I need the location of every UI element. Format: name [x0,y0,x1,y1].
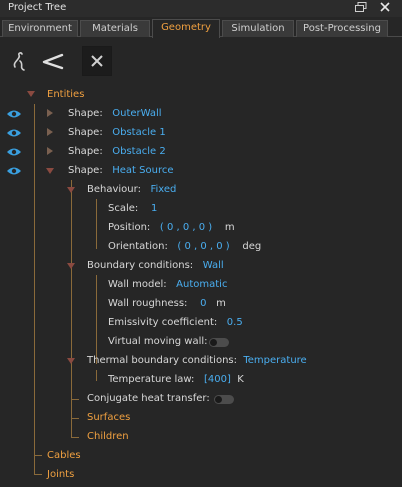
collapse-arrow-icon[interactable] [27,91,35,97]
conjugate-heat-transfer-toggle[interactable] [214,395,234,404]
tab-geometry[interactable]: Geometry [152,19,220,38]
position-value[interactable]: ( 0 , 0 , 0 ) [160,222,212,233]
emissivity-value[interactable]: 0.5 [227,317,243,328]
orientation-label: Orientation: [108,241,168,252]
scale-label: Scale: [108,203,139,214]
shape-prefix: Shape: [68,165,103,176]
collapse-arrow-icon[interactable] [67,187,75,193]
eye-icon[interactable] [6,166,22,176]
angle-tool-button[interactable] [38,46,68,76]
eye-icon[interactable] [6,147,22,157]
behaviour-row[interactable]: Behaviour: Fixed [87,180,176,199]
wall-roughness-value[interactable]: 0 [200,298,206,309]
temperature-law-unit: K [237,374,244,385]
conjugate-heat-transfer-row: Conjugate heat transfer: [87,389,210,408]
temperature-law-label: Temperature law: [108,374,195,385]
shape-prefix: Shape: [68,127,103,138]
position-row: Position: ( 0 , 0 , 0 ) m [108,218,235,237]
collapse-arrow-icon[interactable] [67,263,75,269]
emissivity-row: Emissivity coefficient: 0.5 [108,313,243,332]
shape-name: Heat Source [112,165,174,176]
shape-prefix: Shape: [68,146,103,157]
emissivity-label: Emissivity coefficient: [108,317,218,328]
wall-roughness-label: Wall roughness: [108,298,188,309]
expand-arrow-icon[interactable] [47,109,53,117]
shape-obstacle-1[interactable]: Shape: Obstacle 1 [68,123,166,142]
thermal-label: Thermal boundary conditions: [87,355,237,366]
temperature-law-value[interactable]: [400] [204,374,231,385]
temperature-law-row: Temperature law: [400] K [108,370,244,389]
position-label: Position: [108,222,151,233]
wall-roughness-row: Wall roughness: 0 m [108,294,226,313]
expand-arrow-icon[interactable] [47,147,53,155]
close-icon[interactable] [378,1,392,15]
tree-line [34,474,42,475]
shape-name: Obstacle 2 [112,146,166,157]
orientation-value[interactable]: ( 0 , 0 , 0 ) [177,241,229,252]
delete-button[interactable] [82,46,112,76]
panel-titlebar: Project Tree [0,0,402,17]
scale-value[interactable]: 1 [151,203,157,214]
tree-line [71,437,79,438]
position-unit: m [224,222,235,233]
angle-icon [42,53,64,70]
collapse-arrow-icon[interactable] [67,358,75,364]
shape-obstacle-2[interactable]: Shape: Obstacle 2 [68,142,166,161]
tree-line [71,399,79,400]
tab-environment[interactable]: Environment [2,20,78,37]
tree-entities[interactable]: Entities [47,85,84,104]
wall-model-label: Wall model: [108,279,167,290]
tab-materials[interactable]: Materials [80,20,150,37]
delete-x-icon [91,55,103,67]
thermal-boundary-row[interactable]: Thermal boundary conditions: Temperature [87,351,307,370]
tree-line [96,199,97,249]
behaviour-value[interactable]: Fixed [150,184,176,195]
panel-title: Project Tree [8,2,67,13]
eye-icon[interactable] [6,109,22,119]
virtual-moving-wall-toggle[interactable] [209,338,229,347]
collapse-arrow-icon[interactable] [46,168,54,174]
shape-outerwall[interactable]: Shape: OuterWall [68,104,162,123]
shape-name: OuterWall [112,108,162,119]
virtual-moving-wall-row: Virtual moving wall: [108,332,208,351]
curve-icon [13,52,25,71]
tree-cables[interactable]: Cables [47,446,81,465]
tab-post-processing[interactable]: Post-Processing [296,20,388,37]
wall-model-row: Wall model: Automatic [108,275,227,294]
orientation-unit: deg [242,241,262,252]
expand-arrow-icon[interactable] [47,128,53,136]
restore-icon[interactable] [354,2,368,15]
scale-row: Scale: 1 [108,199,157,218]
wall-roughness-unit: m [216,298,226,309]
boundary-label: Boundary conditions: [87,260,194,271]
tree-joints[interactable]: Joints [47,465,74,484]
shape-heat-source[interactable]: Shape: Heat Source [68,161,173,180]
tab-bar: Environment Materials Geometry Simulatio… [0,19,402,38]
conjugate-label: Conjugate heat transfer: [87,393,210,404]
geometry-toolbar [0,37,402,83]
eye-icon[interactable] [6,128,22,138]
tree-line [34,455,42,456]
orientation-row: Orientation: ( 0 , 0 , 0 ) deg [108,237,261,256]
tree-line [71,418,79,419]
tree-line [34,104,35,475]
curve-tool-button[interactable] [6,46,36,76]
boundary-value[interactable]: Wall [203,260,224,271]
thermal-value[interactable]: Temperature [243,355,306,366]
virtual-moving-wall-label: Virtual moving wall: [108,336,208,347]
shape-name: Obstacle 1 [112,127,166,138]
tab-simulation[interactable]: Simulation [222,20,294,37]
boundary-conditions-row[interactable]: Boundary conditions: Wall [87,256,224,275]
tree-line [96,370,97,381]
shape-prefix: Shape: [68,108,103,119]
tree-surfaces[interactable]: Surfaces [87,408,130,427]
behaviour-label: Behaviour: [87,184,141,195]
wall-model-value[interactable]: Automatic [176,279,227,290]
tree-children[interactable]: Children [87,427,129,446]
